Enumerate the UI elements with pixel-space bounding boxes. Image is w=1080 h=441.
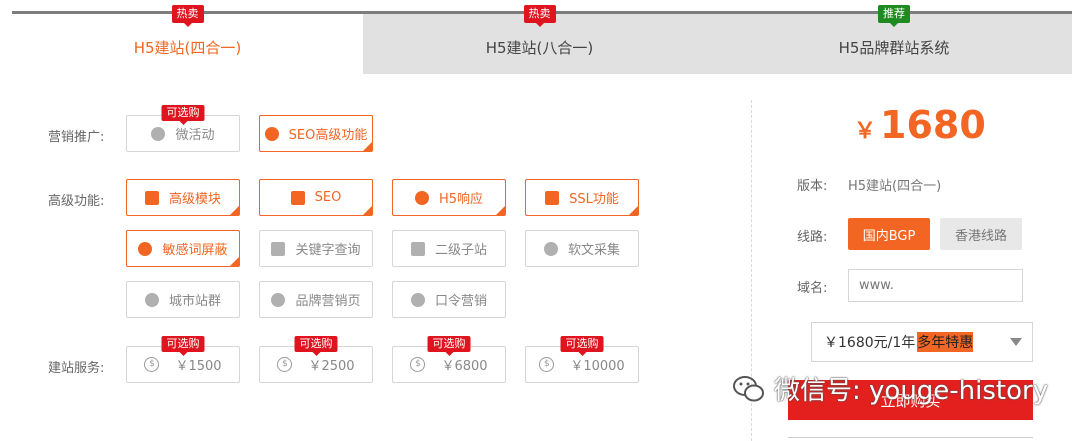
version-value: H5建站(四合一) bbox=[848, 179, 942, 194]
option-label: 关键字查询 bbox=[295, 243, 361, 258]
product-tabs: 热卖 H5建站(四合一) 热卖 H5建站(八合一) 推荐 H5品牌群站系统 bbox=[12, 5, 1072, 74]
option-advanced-module[interactable]: 高级模块 bbox=[126, 179, 240, 216]
option-label: 敏感词屏蔽 bbox=[162, 243, 228, 258]
coin-icon: $ bbox=[539, 357, 555, 372]
line-hongkong-button[interactable]: 香港线路 bbox=[940, 218, 1022, 250]
optional-badge: 可选购 bbox=[161, 336, 205, 356]
option-label: ￥6800 bbox=[441, 359, 488, 374]
option-label: ￥1500 bbox=[175, 359, 222, 374]
wechat-icon bbox=[733, 375, 764, 401]
globe-icon bbox=[410, 292, 425, 307]
wechat-watermark: 微信号: youge-history bbox=[732, 370, 1048, 407]
option-h5-responsive[interactable]: H5响应 bbox=[392, 179, 506, 216]
option-label: 品牌营销页 bbox=[295, 294, 361, 309]
option-password-marketing[interactable]: 口令营销 bbox=[392, 281, 506, 318]
globe-icon bbox=[543, 241, 558, 256]
optional-badge: 可选购 bbox=[161, 105, 205, 125]
camera-aperture-icon bbox=[264, 126, 279, 141]
option-article-collect[interactable]: 软文采集 bbox=[525, 230, 639, 267]
crown-icon bbox=[144, 190, 159, 205]
hot-badge: 热卖 bbox=[171, 5, 204, 27]
bar-chart-icon bbox=[271, 241, 286, 256]
line-bgp-button[interactable]: 国内BGP bbox=[848, 218, 930, 250]
period-value: ￥1680元/1年 bbox=[824, 335, 916, 351]
optional-badge: 可选购 bbox=[427, 336, 471, 356]
coin-icon: $ bbox=[410, 357, 426, 372]
certificate-icon bbox=[545, 190, 560, 205]
optional-badge: 可选购 bbox=[560, 336, 604, 356]
option-label: 二级子站 bbox=[434, 243, 487, 258]
advanced-row-label: 高级功能: bbox=[48, 194, 105, 209]
service-option-6800[interactable]: 可选购 $ ￥6800 bbox=[392, 336, 506, 383]
option-label: 口令营销 bbox=[434, 294, 487, 309]
chevron-down-icon bbox=[1010, 338, 1022, 346]
option-brand-marketing-page[interactable]: 品牌营销页 bbox=[259, 281, 373, 318]
version-label: 版本: bbox=[797, 179, 828, 194]
option-label: SEO高级功能 bbox=[288, 128, 368, 143]
line-label: 线路: bbox=[797, 230, 828, 245]
service-option-1500[interactable]: 可选购 $ ￥1500 bbox=[126, 336, 240, 383]
option-label: 软文采集 bbox=[567, 243, 620, 258]
tab-label: H5品牌群站系统 bbox=[838, 38, 950, 57]
option-seo-advanced[interactable]: SEO高级功能 bbox=[259, 115, 373, 152]
service-option-10000[interactable]: 可选购 $ ￥10000 bbox=[525, 336, 639, 383]
option-city-site-group[interactable]: 城市站群 bbox=[126, 281, 240, 318]
option-label: SSL功能 bbox=[569, 192, 619, 207]
option-keyword-query[interactable]: 关键字查询 bbox=[259, 230, 373, 267]
option-ssl[interactable]: SSL功能 bbox=[525, 179, 639, 216]
filter-icon bbox=[138, 241, 153, 256]
recommend-badge: 推荐 bbox=[878, 5, 910, 27]
tab-h5-brand-group[interactable]: 推荐 H5品牌群站系统 bbox=[716, 5, 1072, 74]
tab-label: H5建站(四合一) bbox=[133, 38, 242, 57]
domain-label: 域名: bbox=[797, 281, 828, 296]
price-currency: ￥ bbox=[854, 119, 877, 144]
option-label: 城市站群 bbox=[168, 294, 221, 309]
camera-aperture-icon bbox=[151, 126, 166, 141]
domain-input[interactable] bbox=[848, 269, 1023, 302]
hot-badge: 热卖 bbox=[523, 5, 556, 27]
option-micro-activity[interactable]: 可选购 微活动 bbox=[126, 105, 240, 152]
option-label: ￥10000 bbox=[570, 359, 625, 374]
price-value: 1680 bbox=[880, 103, 986, 147]
period-select[interactable]: ￥1680元/1年 多年特惠 bbox=[811, 322, 1033, 362]
tab-h5-four-in-one[interactable]: 热卖 H5建站(四合一) bbox=[12, 5, 363, 74]
service-row-label: 建站服务: bbox=[48, 361, 105, 376]
watermark-text: 微信号: youge-history bbox=[774, 376, 1049, 406]
service-option-2500[interactable]: 可选购 $ ￥2500 bbox=[259, 336, 373, 383]
marketing-row-label: 营销推广: bbox=[48, 130, 105, 145]
option-label: ￥2500 bbox=[308, 359, 355, 374]
sub-site-icon bbox=[410, 241, 425, 256]
optional-badge: 可选购 bbox=[294, 336, 338, 356]
option-label: 微活动 bbox=[175, 128, 215, 143]
coin-icon: $ bbox=[277, 357, 293, 372]
globe-icon bbox=[144, 292, 159, 307]
bottom-line bbox=[788, 437, 1033, 438]
coin-icon: $ bbox=[144, 357, 160, 372]
option-label: SEO bbox=[314, 190, 342, 205]
tab-h5-eight-in-one[interactable]: 热卖 H5建站(八合一) bbox=[363, 5, 716, 74]
period-highlight: 多年特惠 bbox=[917, 332, 974, 352]
price-display: ￥ 1680 bbox=[854, 103, 986, 147]
option-sensitive-word-filter[interactable]: 敏感词屏蔽 bbox=[126, 230, 240, 267]
option-seo[interactable]: SEO bbox=[259, 179, 373, 216]
globe-icon bbox=[414, 190, 429, 205]
option-sub-site[interactable]: 二级子站 bbox=[392, 230, 506, 267]
option-label: 高级模块 bbox=[168, 192, 221, 207]
option-label: H5响应 bbox=[438, 192, 484, 207]
tab-label: H5建站(八合一) bbox=[485, 38, 594, 57]
bar-chart-icon bbox=[290, 190, 305, 205]
globe-icon bbox=[271, 292, 286, 307]
